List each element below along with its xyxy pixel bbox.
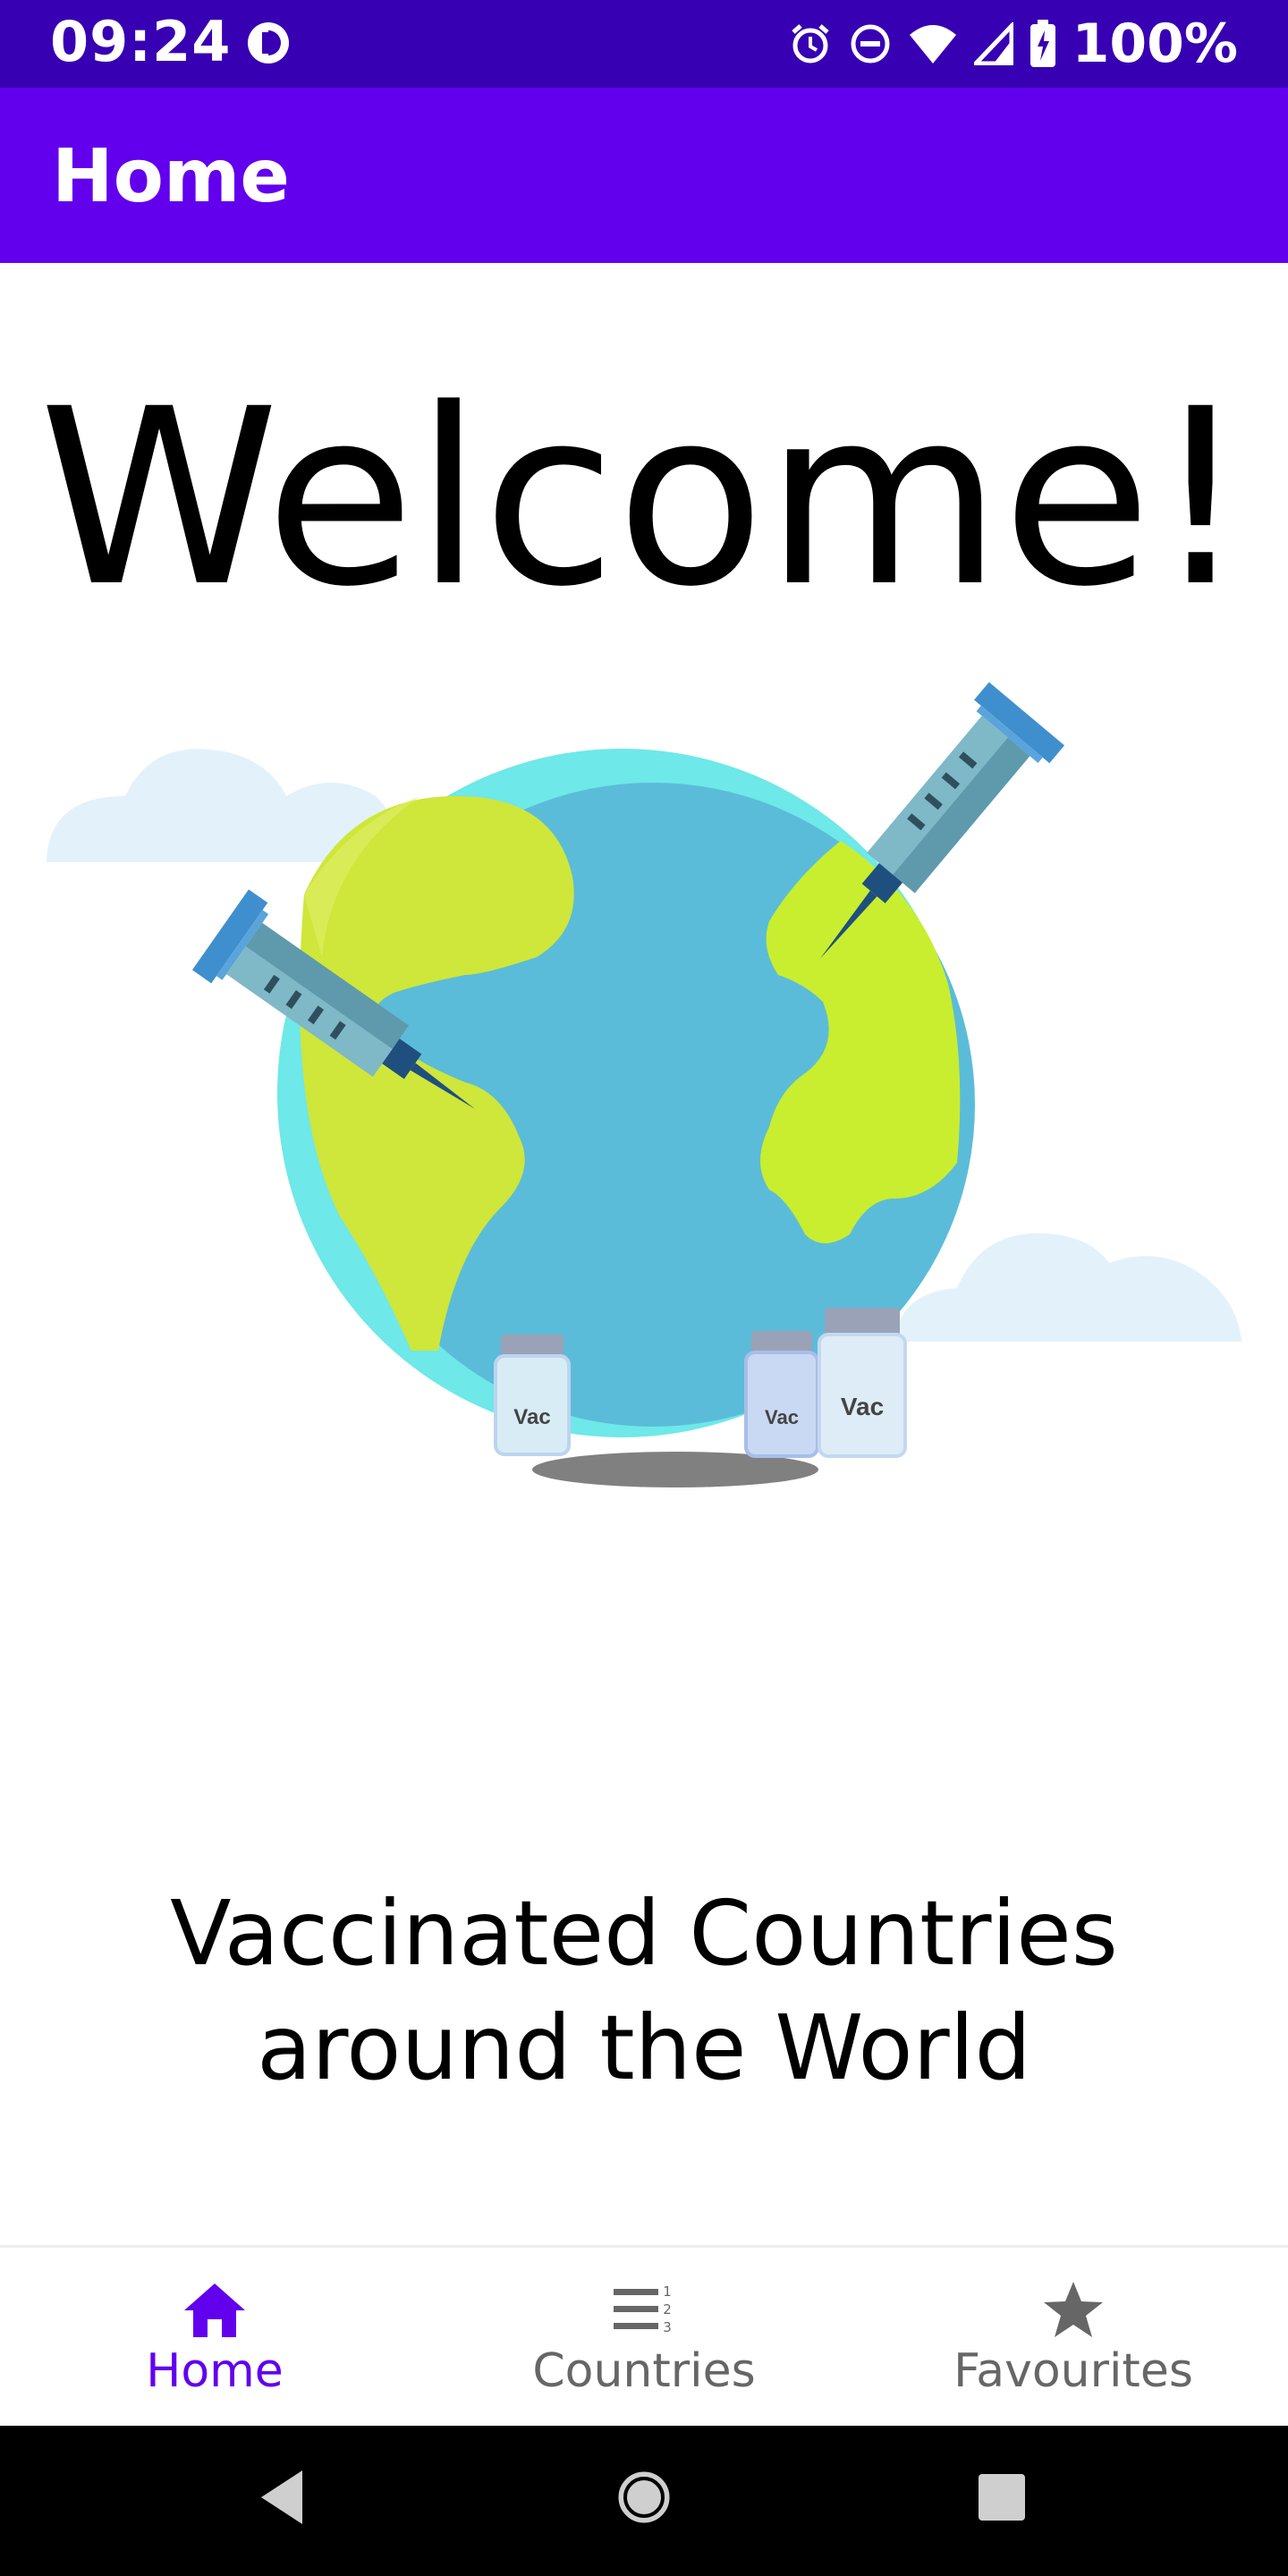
vial-1: Vac — [494, 1335, 571, 1456]
status-bar: 09:24 100% — [0, 0, 1288, 88]
app-bar: Home — [0, 88, 1288, 263]
welcome-heading: Welcome! — [38, 358, 1250, 640]
status-icons: 100% — [788, 13, 1238, 75]
cloud-right — [894, 1233, 1241, 1342]
nav-label-favourites: Favourites — [953, 2344, 1193, 2398]
system-navigation-bar — [0, 2426, 1288, 2576]
status-time: 09:24 — [50, 9, 232, 74]
vial-label-3: Vac — [841, 1393, 884, 1420]
subtitle-line-1: Vaccinated Countries — [170, 1881, 1118, 1986]
nav-item-countries[interactable]: 1 2 3 Countries — [429, 2248, 859, 2428]
back-icon[interactable] — [256, 2465, 309, 2529]
star-icon — [1044, 2282, 1103, 2337]
vial-2: Vac — [744, 1331, 819, 1458]
numbered-list-icon: 1 2 3 — [614, 2284, 672, 2335]
alarm-icon — [791, 24, 829, 64]
nav-label-home: Home — [146, 2344, 284, 2398]
svg-text:1: 1 — [663, 2284, 672, 2300]
bottom-navigation: Home 1 2 3 Countries Favourites — [0, 2245, 1288, 2428]
nav-label-countries: Countries — [532, 2344, 756, 2398]
vial-label-1: Vac — [513, 1405, 550, 1429]
app-bar-title: Home — [52, 134, 291, 219]
battery-icon — [1030, 20, 1055, 67]
svg-text:2: 2 — [663, 2301, 672, 2318]
signal-icon — [973, 22, 1013, 65]
recents-icon[interactable] — [975, 2465, 1029, 2529]
data-saver-icon — [248, 22, 289, 64]
home-icon — [184, 2284, 245, 2337]
vial-label-2: Vac — [765, 1406, 799, 1428]
home-system-icon[interactable] — [612, 2465, 676, 2529]
svg-text:3: 3 — [663, 2319, 672, 2335]
battery-percentage: 100% — [1072, 13, 1238, 75]
subtitle-line-2: around the World — [257, 1996, 1031, 2100]
do-not-disturb-icon — [851, 24, 890, 64]
nav-item-home[interactable]: Home — [0, 2248, 429, 2428]
nav-item-favourites[interactable]: Favourites — [859, 2248, 1288, 2428]
subtitle: Vaccinated Countries around the World — [107, 1877, 1181, 2106]
wifi-icon — [909, 25, 956, 64]
vial-3: Vac — [818, 1308, 907, 1458]
vaccine-globe-illustration: Vac Vac Vac — [47, 682, 1241, 1487]
